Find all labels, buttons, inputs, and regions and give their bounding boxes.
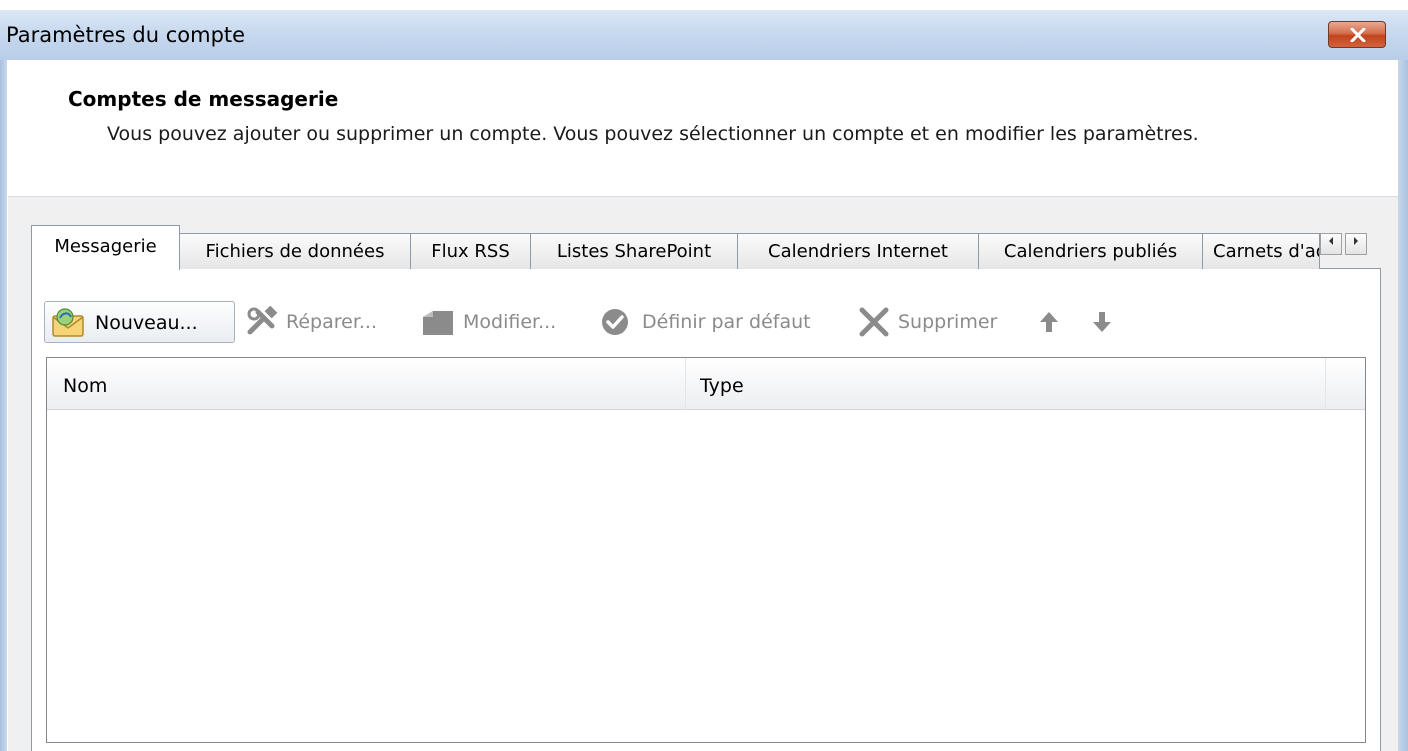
delete-label: Supprimer: [898, 311, 998, 333]
tab-label: Carnets d'adresses: [1213, 241, 1319, 262]
tab-fichiers-de-donnees[interactable]: Fichiers de données: [179, 233, 411, 269]
scroll-left-icon: [1329, 237, 1333, 245]
window-title: Paramètres du compte: [6, 23, 246, 47]
tab-messagerie[interactable]: Messagerie: [31, 225, 180, 270]
column-label: Type: [700, 375, 744, 397]
account-settings-window: Paramètres du compte Comptes de messager…: [0, 0, 1408, 751]
tab-label: Listes SharePoint: [556, 241, 712, 262]
move-down-button[interactable]: [1090, 301, 1114, 343]
tools-icon: [247, 306, 278, 335]
close-button[interactable]: [1328, 21, 1386, 48]
close-icon: [1350, 28, 1366, 42]
column-header-nom[interactable]: Nom: [47, 358, 687, 410]
set-default-label: Définir par défaut: [642, 311, 811, 333]
edit-icon: [423, 311, 453, 335]
accounts-list[interactable]: Nom Type: [46, 357, 1366, 743]
section-description: Vous pouvez ajouter ou supprimer un comp…: [107, 123, 1199, 145]
new-account-button[interactable]: Nouveau...: [44, 301, 235, 343]
tab-strip: Messagerie Fichiers de données Flux RSS …: [31, 225, 1376, 270]
window-frame-left: [0, 10, 7, 751]
new-account-label: Nouveau...: [95, 312, 198, 334]
scroll-right-icon: [1354, 237, 1358, 245]
column-header-type[interactable]: Type: [686, 358, 1326, 410]
repair-label: Réparer...: [286, 311, 378, 333]
list-header: Nom Type: [47, 358, 1365, 410]
tab-label: Calendriers Internet: [768, 241, 948, 262]
tab-carnets-d-adresses[interactable]: Carnets d'adresses: [1202, 233, 1320, 269]
arrow-down-icon: [1093, 312, 1111, 332]
column-label: Nom: [63, 375, 108, 397]
move-up-button[interactable]: [1037, 301, 1061, 343]
tab-scroll-left[interactable]: [1320, 233, 1342, 255]
tab-label: Fichiers de données: [205, 241, 385, 262]
tab-calendriers-publies[interactable]: Calendriers publiés: [978, 233, 1203, 269]
x-icon: [859, 307, 889, 337]
tab-listes-sharepoint[interactable]: Listes SharePoint: [530, 233, 738, 269]
window-frame-right: [1398, 10, 1408, 751]
arrow-up-icon: [1040, 312, 1058, 332]
column-separator[interactable]: [1325, 358, 1326, 410]
section-title: Comptes de messagerie: [68, 87, 339, 111]
envelope-new-icon: [51, 308, 87, 353]
tab-label: Messagerie: [54, 236, 157, 257]
tab-label: Calendriers publiés: [1003, 241, 1178, 262]
tab-flux-rss[interactable]: Flux RSS: [410, 233, 531, 269]
checkmark-circle-icon: [602, 309, 628, 335]
tab-calendriers-internet[interactable]: Calendriers Internet: [737, 233, 979, 269]
modify-label: Modifier...: [463, 311, 557, 333]
tab-scroll-right[interactable]: [1345, 233, 1367, 255]
tab-label: Flux RSS: [431, 241, 510, 262]
